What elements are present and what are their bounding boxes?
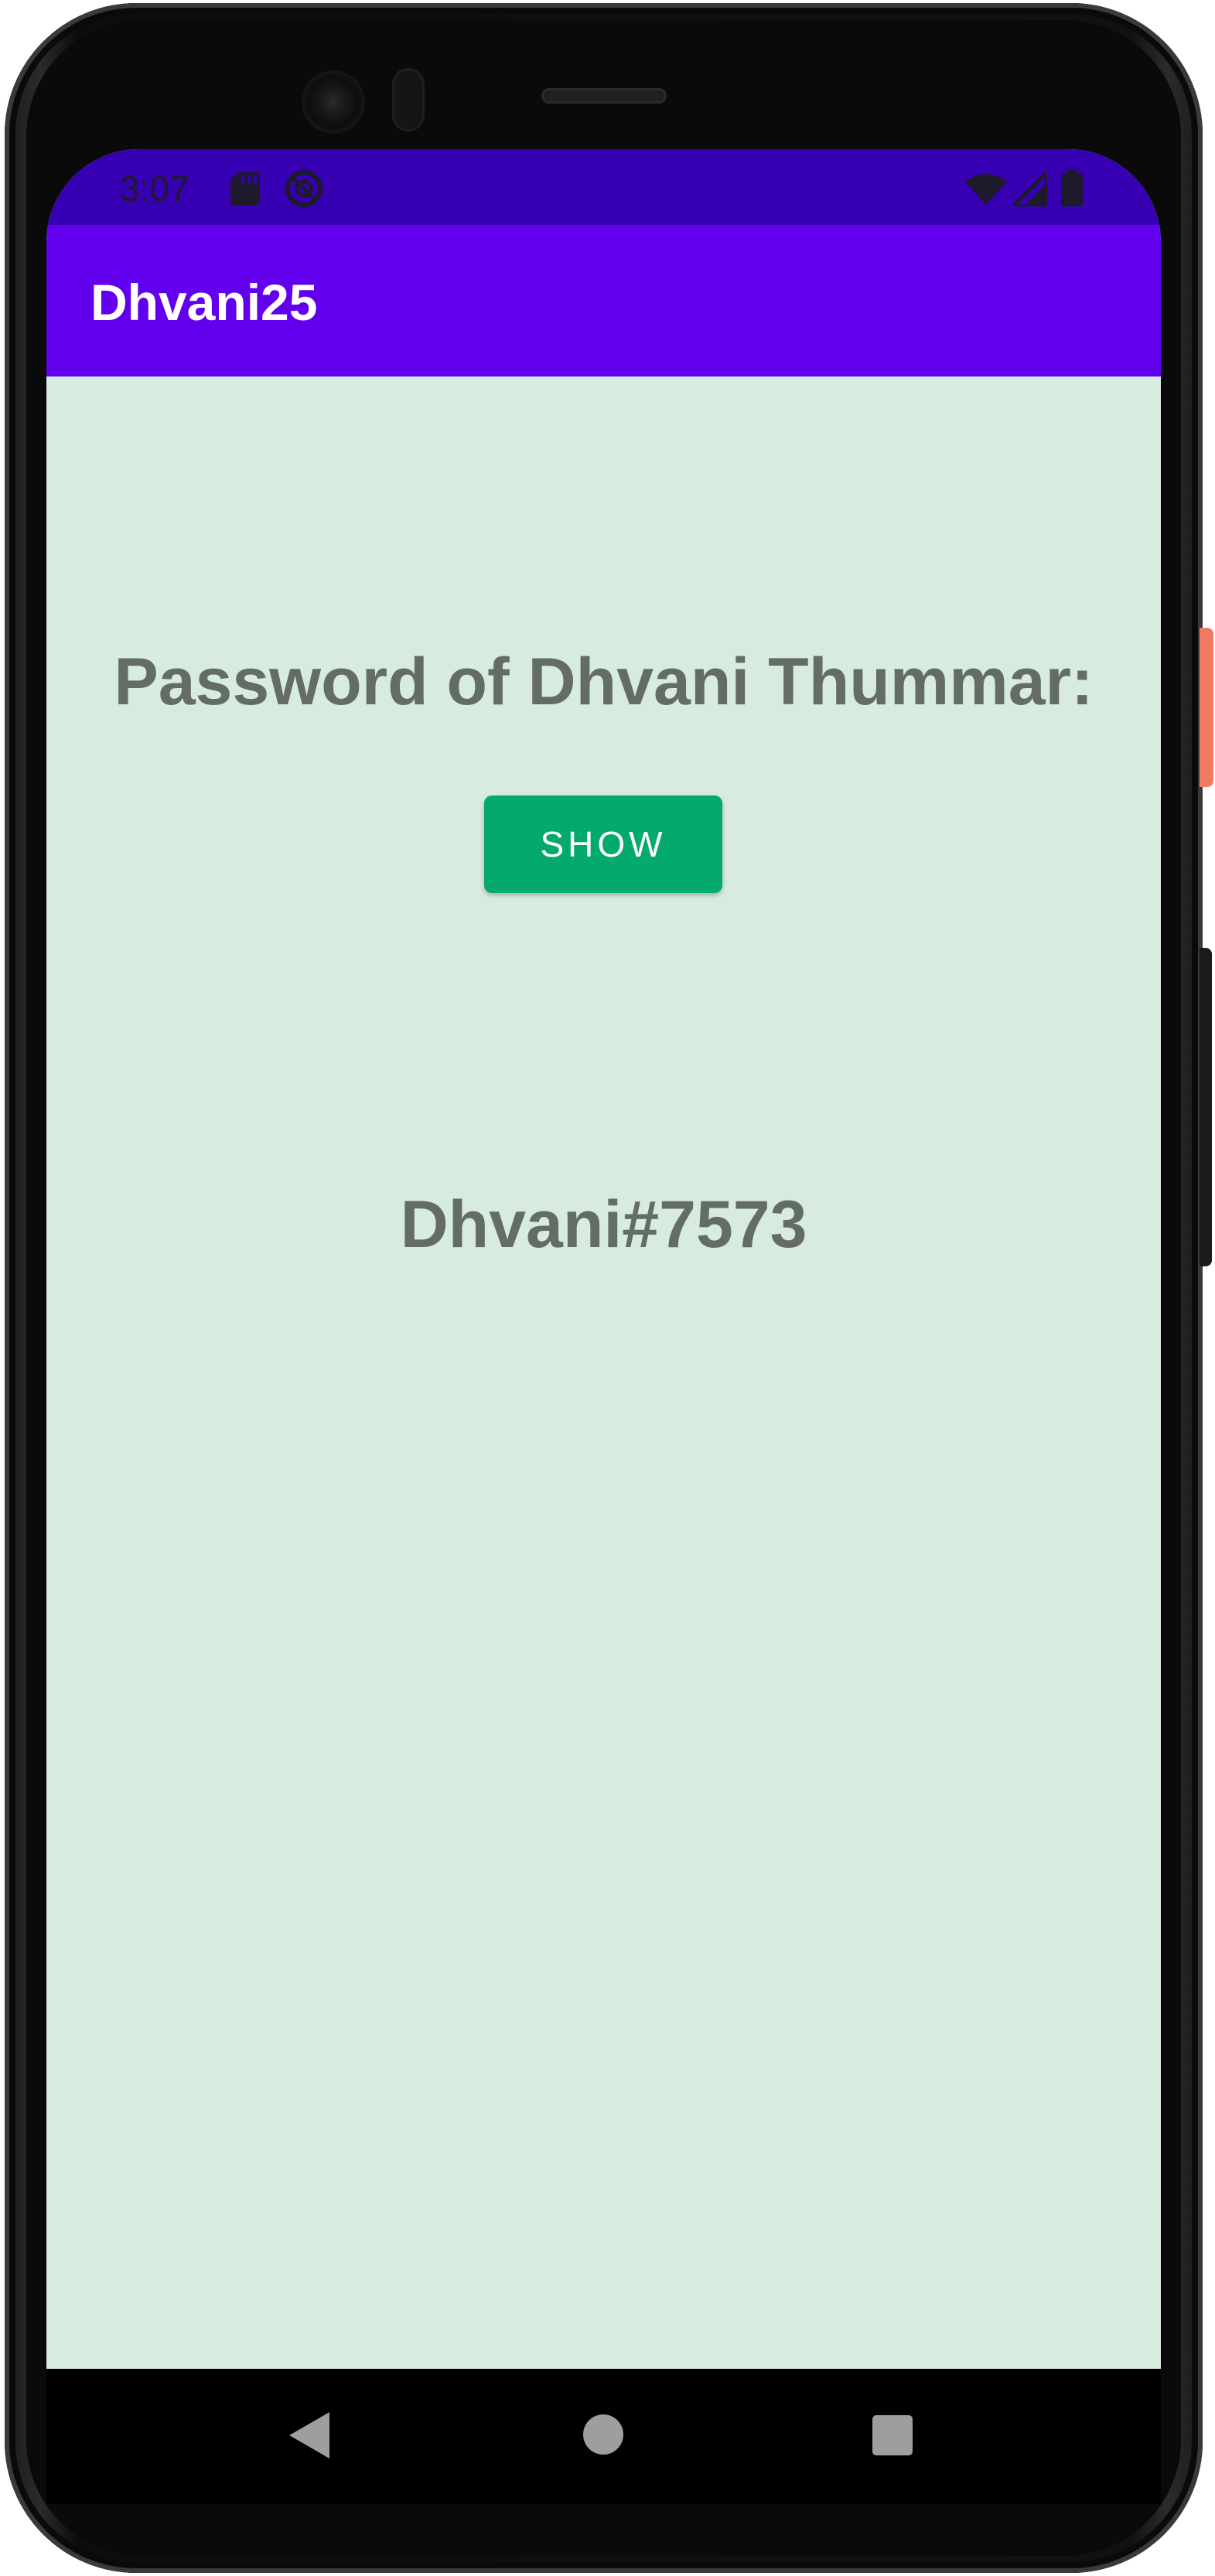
show-button[interactable]: SHOW <box>484 796 722 893</box>
front-camera <box>305 73 362 131</box>
status-bar: 3:07 <box>46 149 1161 225</box>
do-not-disturb-icon <box>285 170 323 207</box>
password-heading: Password of Dhvani Thummar: <box>114 645 1094 719</box>
volume-button <box>1200 948 1212 1266</box>
navigation-bar <box>46 2369 1161 2504</box>
earpiece-speaker <box>541 88 667 104</box>
back-icon[interactable] <box>289 2412 329 2458</box>
battery-icon <box>1061 169 1083 206</box>
wifi-icon <box>965 174 1007 205</box>
proximity-sensor <box>392 68 425 131</box>
phone-screen: 3:07 Dhvani25 Password of Dhvani Thummar… <box>46 149 1161 2504</box>
password-value: Dhvani#7573 <box>400 1187 807 1262</box>
home-icon[interactable] <box>583 2414 623 2455</box>
signal-icon <box>1013 172 1047 206</box>
recents-icon[interactable] <box>872 2415 913 2455</box>
sd-card-icon <box>230 172 260 205</box>
app-title: Dhvani25 <box>90 274 318 331</box>
main-content: Password of Dhvani Thummar: SHOW Dhvani#… <box>46 377 1161 2369</box>
power-button <box>1200 628 1213 787</box>
app-bar: Dhvani25 <box>46 225 1161 377</box>
status-time: 3:07 <box>120 169 189 209</box>
